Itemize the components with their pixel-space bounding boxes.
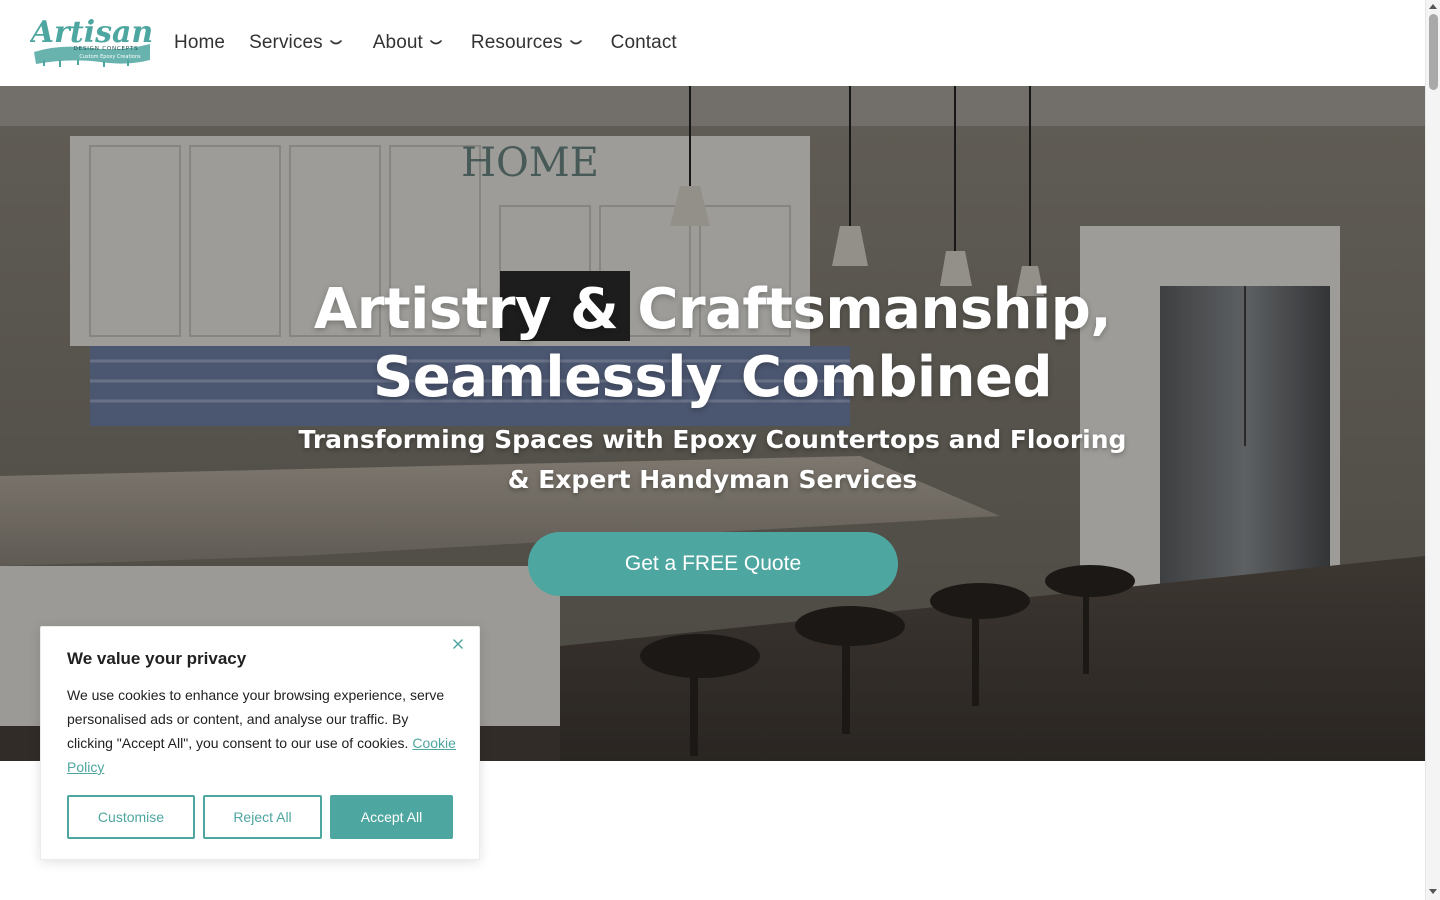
site-header: Artisan DESIGN CONCEPTS Custom Epoxy Cre… <box>0 0 1425 86</box>
nav-item-about[interactable]: About <box>373 32 443 54</box>
scroll-down-arrow-icon[interactable] <box>1429 889 1437 894</box>
nav-item-home[interactable]: Home <box>174 32 225 54</box>
reject-all-button[interactable]: Reject All <box>203 795 322 839</box>
nav-label: Home <box>174 32 226 53</box>
nav-label: Services <box>249 32 323 53</box>
site-logo[interactable]: Artisan DESIGN CONCEPTS Custom Epoxy Cre… <box>28 14 154 68</box>
hero-title: Artistry & Craftsmanship, Seamlessly Com… <box>0 276 1425 412</box>
svg-text:Artisan: Artisan <box>30 15 153 50</box>
close-icon[interactable] <box>451 637 465 651</box>
logo-graphic: Artisan DESIGN CONCEPTS Custom Epoxy Cre… <box>28 15 153 67</box>
cookie-banner-title: We value your privacy <box>67 649 247 668</box>
hero-subtitle: Transforming Spaces with Epoxy Counterto… <box>0 420 1425 500</box>
customise-button[interactable]: Customise <box>67 795 195 839</box>
accept-all-button[interactable]: Accept All <box>330 795 453 839</box>
chevron-down-icon <box>569 40 582 45</box>
hero-subtitle-line1: Transforming Spaces with Epoxy Counterto… <box>298 425 1127 454</box>
hero-subtitle-line2: & Expert Handyman Services <box>507 465 918 494</box>
svg-text:DESIGN CONCEPTS: DESIGN CONCEPTS <box>74 46 139 52</box>
chevron-down-icon <box>430 40 442 45</box>
hero-title-line1: Artistry & Craftsmanship, <box>313 277 1112 342</box>
nav-item-services[interactable]: Services <box>249 32 343 54</box>
get-free-quote-button[interactable]: Get a FREE Quote <box>528 532 898 596</box>
svg-text:Custom Epoxy Creations: Custom Epoxy Creations <box>79 54 141 60</box>
nav-item-contact[interactable]: Contact <box>611 32 677 54</box>
nav-label: Contact <box>610 32 677 53</box>
cookie-consent-banner: We value your privacy We use cookies to … <box>40 626 480 860</box>
main-nav: Home Services About Resources Contact <box>174 0 701 86</box>
nav-label: About <box>372 32 423 53</box>
scroll-thumb[interactable] <box>1429 14 1438 90</box>
chevron-down-icon <box>329 40 342 45</box>
scroll-up-arrow-icon[interactable] <box>1429 4 1437 9</box>
nav-label: Resources <box>470 32 563 53</box>
page-scrollbar[interactable] <box>1425 0 1440 900</box>
nav-item-resources[interactable]: Resources <box>471 32 583 54</box>
cookie-banner-text: We use cookies to enhance your browsing … <box>67 683 457 779</box>
hero-title-line2: Seamlessly Combined <box>372 345 1053 410</box>
cookie-banner-body: We use cookies to enhance your browsing … <box>67 687 445 751</box>
